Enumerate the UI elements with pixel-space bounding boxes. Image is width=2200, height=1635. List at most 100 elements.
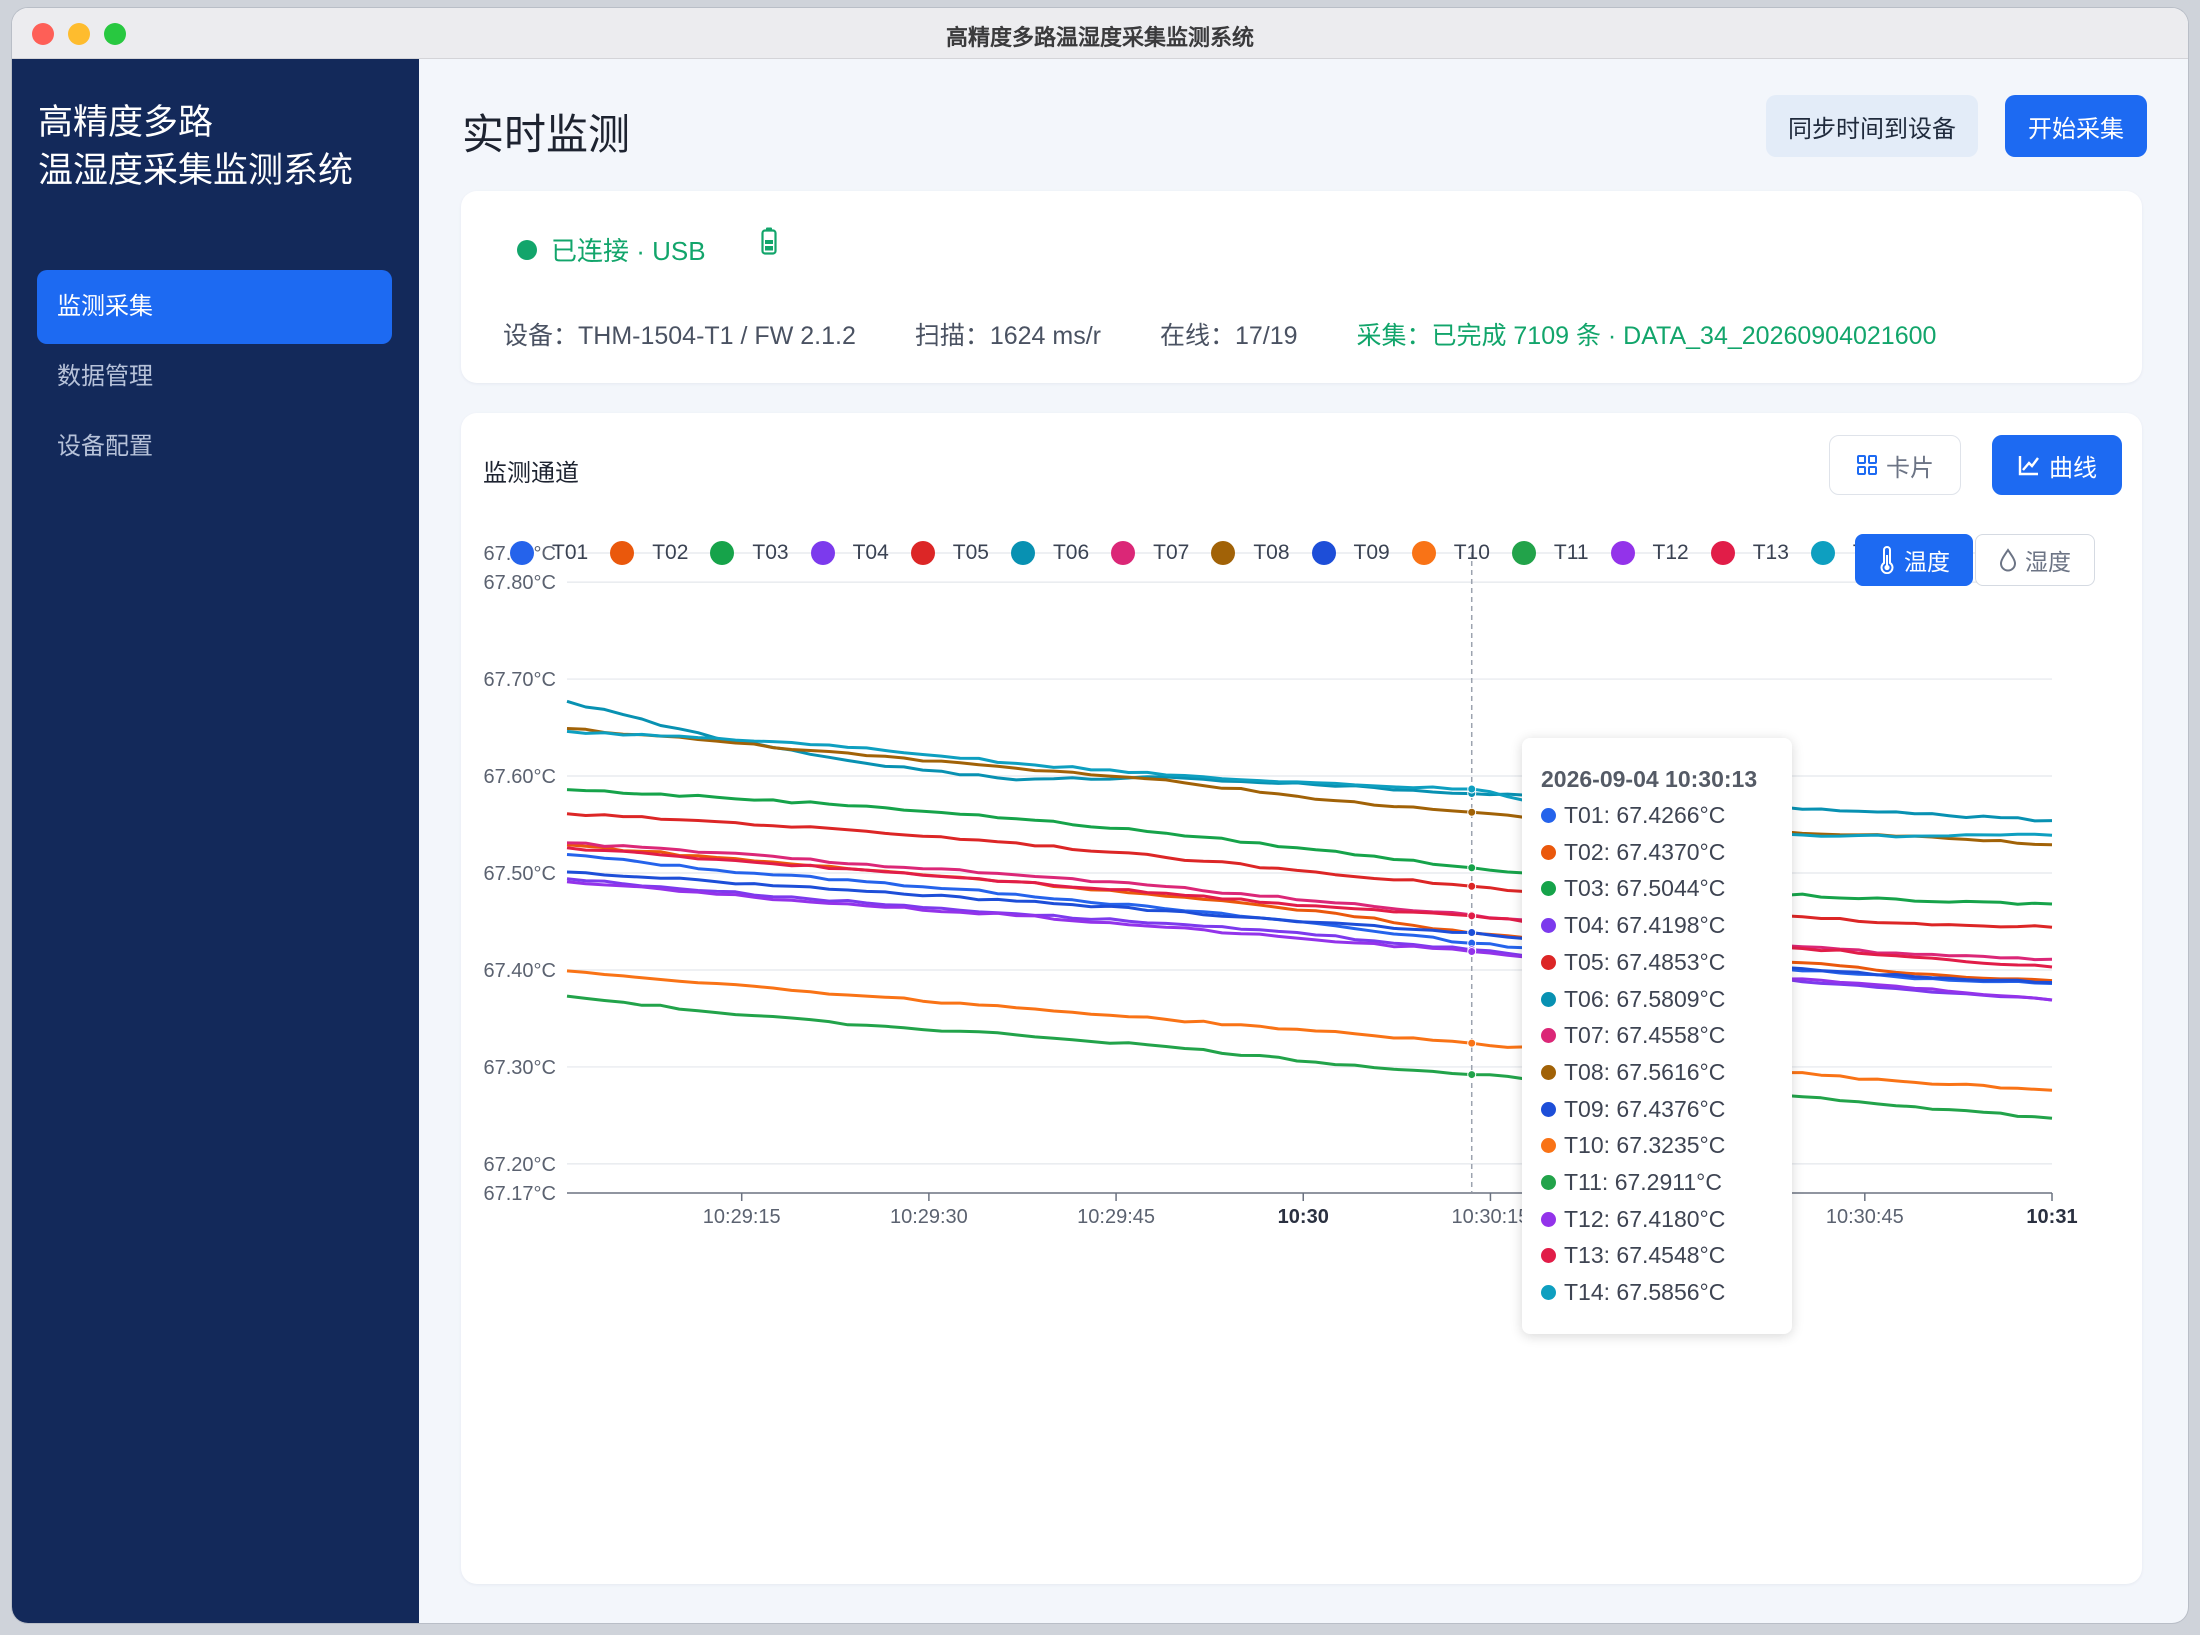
sidebar-item-device-config[interactable]: 设备配置 <box>37 410 392 484</box>
series-line-t13 <box>566 846 2053 969</box>
tooltip-value: T07: 67.4558°C <box>1564 1022 1726 1049</box>
start-collection-button[interactable]: 开始采集 <box>2005 95 2147 157</box>
humidity-toggle-label: 湿度 <box>2025 549 2071 575</box>
main-content: 实时监测 同步时间到设备 开始采集 已连接 · USB 设备：THM-1504-… <box>419 59 2188 1623</box>
tooltip-row: T13: 67.4548°C <box>1541 1242 1725 1269</box>
x-tick-label: 10:30 <box>1278 1206 1329 1228</box>
legend-item-t13[interactable]: T13 <box>1710 541 1789 565</box>
legend-item-t09[interactable]: T09 <box>1311 541 1390 565</box>
legend-item-t12[interactable]: T12 <box>1610 541 1689 565</box>
tooltip-swatch <box>1541 991 1556 1007</box>
humidity-toggle-button[interactable]: 湿度 <box>1975 534 2095 586</box>
card-view-button[interactable]: 卡片 <box>1829 435 1961 495</box>
tooltip-row: T04: 67.4198°C <box>1541 912 1725 939</box>
tooltip-value: T08: 67.5616°C <box>1564 1058 1726 1085</box>
legend-item-t10[interactable]: T10 <box>1411 541 1490 565</box>
curve-view-button[interactable]: 曲线 <box>1992 435 2122 495</box>
tooltip-value: T13: 67.4548°C <box>1564 1242 1726 1269</box>
legend-item-t06[interactable]: T06 <box>1010 541 1089 565</box>
tooltip-row: T01: 67.4266°C <box>1541 802 1725 829</box>
y-tick-label: 67.20°C <box>484 1154 557 1176</box>
tooltip-row: T09: 67.4376°C <box>1541 1096 1725 1123</box>
device-info: 设备：THM-1504-T1 / FW 2.1.2 <box>503 322 856 350</box>
cursor-point-t05 <box>1467 881 1477 891</box>
cursor-point-t13 <box>1467 911 1477 921</box>
legend-item-t02[interactable]: T02 <box>610 541 688 565</box>
tooltip-value: T01: 67.4266°C <box>1564 802 1726 828</box>
tooltip-swatch <box>1541 881 1556 897</box>
curve-view-label: 曲线 <box>2049 454 2097 482</box>
legend-swatch <box>810 541 835 565</box>
tooltip-row: T06: 67.5809°C <box>1541 986 1725 1013</box>
tooltip-swatch <box>1541 1064 1556 1080</box>
tooltip-swatch <box>1541 1175 1556 1190</box>
window-title: 高精度多路温湿度采集监测系统 <box>945 25 1254 50</box>
legend-swatch <box>1610 541 1635 565</box>
device-info-row: 设备：THM-1504-T1 / FW 2.1.2 扫描：1624 ms/r 在… <box>503 316 1936 352</box>
cursor-point-t03 <box>1467 863 1477 873</box>
status-card: 已连接 · USB 设备：THM-1504-T1 / FW 2.1.2 扫描：1… <box>461 191 2142 383</box>
temperature-line-chart: 67.17°C 67.20°C 67.30°C 67.40°C 67.50°C 67.60… <box>484 543 2078 1228</box>
tooltip-swatch <box>1541 808 1556 823</box>
chart-tooltip: 2026-09-04 10:30:13 T01: 67.4266°C T02: 6… <box>1522 738 1792 1334</box>
legend-label: T05 <box>952 541 989 564</box>
legend-item-t01[interactable]: T01 <box>510 541 588 565</box>
legend-swatch <box>910 541 935 565</box>
y-tick-label: 67.50°C <box>484 863 557 885</box>
scan-info: 扫描：1624 ms/r <box>914 322 1101 350</box>
tooltip-value: T02: 67.4370°C <box>1564 838 1726 865</box>
legend-label: T03 <box>752 541 789 564</box>
tooltip-value: T09: 67.4376°C <box>1564 1095 1726 1122</box>
legend-swatch <box>1511 541 1536 565</box>
legend-label: T13 <box>1752 541 1789 564</box>
cursor-point-t09 <box>1467 928 1477 938</box>
legend-swatch <box>1211 541 1236 565</box>
legend-item-t03[interactable]: T03 <box>710 541 789 565</box>
tooltip-swatch <box>1541 954 1556 970</box>
cursor-point-t14 <box>1467 784 1477 794</box>
legend-item-t08[interactable]: T08 <box>1211 541 1290 565</box>
legend-swatch <box>510 541 534 565</box>
sync-time-button[interactable]: 同步时间到设备 <box>1766 95 1978 157</box>
legend-swatch <box>1810 541 1835 565</box>
tooltip-value: T03: 67.5044°C <box>1564 875 1726 902</box>
app-window: 高精度多路温湿度采集监测系统 高精度多路 温湿度采集监测系统 监测采集 数据管理… <box>12 8 2188 1623</box>
brand-line-1: 高精度多路 <box>38 103 214 142</box>
cursor-point-t10 <box>1467 1038 1477 1048</box>
y-tick-label: 67.60°C <box>484 766 557 788</box>
sidebar-item-monitor[interactable]: 监测采集 <box>37 270 392 344</box>
legend-swatch <box>1411 541 1436 565</box>
tooltip-time: 2026-09-04 10:30:13 <box>1541 766 1758 792</box>
tooltip-row: T02: 67.4370°C <box>1541 839 1725 866</box>
tooltip-row: T08: 67.5616°C <box>1541 1059 1725 1086</box>
line-chart-icon <box>2018 456 2039 476</box>
cursor-point-t12 <box>1467 947 1477 957</box>
x-tick-label: 10:29:15 <box>703 1206 781 1228</box>
x-tick-label: 10:29:45 <box>1077 1206 1155 1228</box>
legend-swatch <box>1311 541 1336 565</box>
legend-label: T01 <box>552 541 589 564</box>
legend-label: T12 <box>1652 541 1689 564</box>
legend-item-t04[interactable]: T04 <box>810 541 889 565</box>
x-tick-label: 10:29:30 <box>890 1206 968 1228</box>
tooltip-swatch <box>1541 1248 1556 1264</box>
legend-item-t11[interactable]: T11 <box>1511 541 1589 565</box>
legend-item-t07[interactable]: T07 <box>1111 541 1189 565</box>
legend-swatch <box>710 541 735 565</box>
tooltip-row: T12: 67.4180°C <box>1541 1206 1725 1233</box>
series-line-t10 <box>566 969 2053 1092</box>
legend-swatch <box>1111 541 1136 565</box>
x-tick-label: 10:30:15 <box>1452 1206 1530 1228</box>
page-title: 实时监测 <box>462 111 631 158</box>
legend-label: T07 <box>1153 541 1190 564</box>
brand-title: 高精度多路 温湿度采集监测系统 <box>38 99 353 195</box>
battery-icon <box>761 227 777 255</box>
y-tick-label: 67.80°C <box>484 572 557 594</box>
grid-icon <box>1857 455 1877 475</box>
tooltip-swatch <box>1541 1138 1556 1154</box>
legend-item-t05[interactable]: T05 <box>910 541 989 565</box>
sidebar-item-data-management[interactable]: 数据管理 <box>37 340 392 414</box>
brand-line-2: 温湿度采集监测系统 <box>38 151 354 190</box>
temperature-toggle-button[interactable]: 温度 <box>1855 534 1973 586</box>
tooltip-row: T11: 67.2911°C <box>1541 1169 1722 1196</box>
